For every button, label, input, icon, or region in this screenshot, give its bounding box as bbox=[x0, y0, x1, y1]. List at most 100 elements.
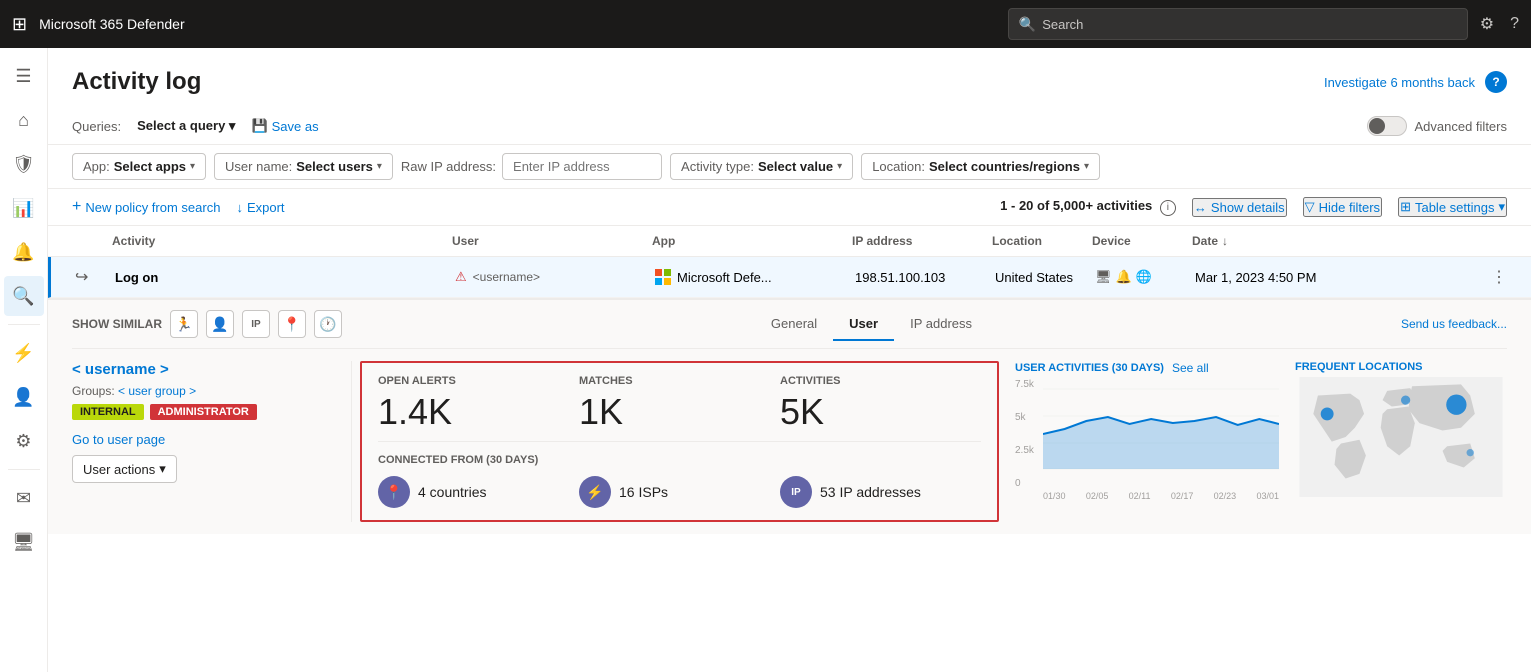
export-button[interactable]: ↓ Export bbox=[236, 200, 284, 215]
show-similar-activity-icon[interactable]: 🏃 bbox=[170, 310, 198, 338]
stat-open-alerts: OPEN ALERTS 1.4K bbox=[378, 375, 579, 433]
ip-icon: IP bbox=[780, 476, 812, 508]
arrows-icon: ↔ bbox=[1194, 200, 1207, 215]
grid-icon[interactable]: ⊞ bbox=[12, 14, 27, 35]
badge-admin: ADMINISTRATOR bbox=[150, 404, 257, 420]
show-details-button[interactable]: ↔ Show details bbox=[1192, 198, 1287, 217]
settings-icon[interactable]: ⚙ bbox=[1480, 14, 1494, 34]
col-header-activity[interactable]: Activity bbox=[112, 234, 452, 248]
sidebar-item-menu[interactable]: ☰ bbox=[4, 56, 44, 96]
search-input[interactable] bbox=[1042, 17, 1457, 32]
stats-panel: OPEN ALERTS 1.4K MATCHES 1K ACTIVITIES 5… bbox=[360, 361, 999, 522]
sidebar-item-reports[interactable]: 📊 bbox=[4, 188, 44, 228]
sidebar-item-shield[interactable]: 🛡 bbox=[4, 144, 44, 184]
stat-matches: MATCHES 1K bbox=[579, 375, 780, 433]
ip-input[interactable] bbox=[502, 153, 662, 180]
sidebar-item-home[interactable]: ⌂ bbox=[4, 100, 44, 140]
col-header-user[interactable]: User bbox=[452, 234, 652, 248]
save-as-button[interactable]: 💾 Save as bbox=[251, 118, 318, 134]
table-row[interactable]: ↪ Log on ⚠ <username> Microsoft Defe... … bbox=[48, 257, 1531, 298]
row-kebab-menu[interactable]: ⋮ bbox=[1491, 267, 1507, 287]
app-title: Microsoft 365 Defender bbox=[39, 16, 996, 32]
table-settings-button[interactable]: ⊞ Table settings ▾ bbox=[1398, 197, 1507, 217]
tab-general[interactable]: General bbox=[755, 308, 833, 341]
bell-icon: 🔔 bbox=[1116, 269, 1132, 285]
chart-see-all[interactable]: See all bbox=[1172, 361, 1209, 375]
investigate-link[interactable]: Investigate 6 months back bbox=[1324, 75, 1475, 90]
sidebar-item-alerts[interactable]: 🔔 bbox=[4, 232, 44, 272]
advanced-filters-toggle[interactable] bbox=[1367, 116, 1407, 136]
send-feedback-link[interactable]: Send us feedback... bbox=[1401, 309, 1507, 339]
topbar: ⊞ Microsoft 365 Defender 🔍 ⚙ ? bbox=[0, 0, 1531, 48]
chart-svg bbox=[1015, 379, 1279, 489]
chart-area: 7.5k 5k 2.5k 0 bbox=[1015, 379, 1279, 489]
row-ip: 198.51.100.103 bbox=[855, 270, 995, 285]
save-icon: 💾 bbox=[251, 118, 267, 134]
row-activity: Log on bbox=[115, 270, 455, 285]
show-similar-user-icon[interactable]: 👤 bbox=[206, 310, 234, 338]
row-icon: ↪ bbox=[75, 267, 115, 287]
countries-value: 4 countries bbox=[418, 484, 486, 500]
search-box[interactable]: 🔍 bbox=[1008, 8, 1468, 40]
user-info-panel: < username > Groups: < user group > INTE… bbox=[72, 361, 352, 522]
badge-internal: INTERNAL bbox=[72, 404, 144, 420]
tab-bar: General User IP address bbox=[755, 308, 988, 340]
col-header-app[interactable]: App bbox=[652, 234, 852, 248]
ip-filter-group: Raw IP address: bbox=[401, 153, 662, 180]
toolbar: Queries: Select a query ▾ 💾 Save as Adva… bbox=[48, 108, 1531, 145]
user-actions-button[interactable]: User actions ▾ bbox=[72, 455, 177, 483]
stat-activities: ACTIVITIES 5K bbox=[780, 375, 981, 433]
isps-value: 16 ISPs bbox=[619, 484, 668, 500]
col-header-checkbox bbox=[72, 234, 112, 248]
col-header-date[interactable]: Date ↓ bbox=[1192, 234, 1507, 248]
col-header-ip[interactable]: IP address bbox=[852, 234, 992, 248]
chart-x-labels: 01/30 02/05 02/11 02/17 02/23 03/01 bbox=[1015, 491, 1279, 501]
page-header-actions: Investigate 6 months back ? bbox=[1324, 71, 1507, 93]
chart-panel: USER ACTIVITIES (30 DAYS) See all 7.5k 5… bbox=[1007, 361, 1287, 522]
goto-user-link[interactable]: Go to user page bbox=[72, 432, 335, 447]
results-info-icon[interactable]: i bbox=[1160, 200, 1176, 216]
tab-user[interactable]: User bbox=[833, 308, 894, 341]
row-app: Microsoft Defe... bbox=[655, 269, 855, 285]
show-similar-bar: SHOW SIMILAR 🏃 👤 IP 📍 🕐 General User IP … bbox=[72, 300, 1507, 349]
queries-label: Queries: bbox=[72, 119, 121, 134]
help-icon[interactable]: ? bbox=[1510, 15, 1519, 33]
advanced-filters: Advanced filters bbox=[1367, 116, 1508, 136]
app-filter-button[interactable]: App: Select apps ▾ bbox=[72, 153, 206, 180]
row-user: ⚠ <username> bbox=[455, 269, 655, 285]
sidebar-item-devices[interactable]: 🖥 bbox=[4, 522, 44, 562]
queries-select[interactable]: Select a query ▾ bbox=[137, 118, 235, 134]
sidebar-item-gear[interactable]: ⚙ bbox=[4, 421, 44, 461]
col-header-location[interactable]: Location bbox=[992, 234, 1092, 248]
sidebar-item-email[interactable]: ✉ bbox=[4, 478, 44, 518]
sidebar-item-users[interactable]: 👤 bbox=[4, 377, 44, 417]
tab-ip-address[interactable]: IP address bbox=[894, 308, 988, 341]
new-policy-button[interactable]: + New policy from search bbox=[72, 198, 220, 216]
username-filter-button[interactable]: User name: Select users ▾ bbox=[214, 153, 393, 180]
sidebar-item-incidents[interactable]: ⚡ bbox=[4, 333, 44, 373]
show-similar-time-icon[interactable]: 🕐 bbox=[314, 310, 342, 338]
globe-icon: 🌐 bbox=[1136, 269, 1152, 285]
chart-y-labels: 7.5k 5k 2.5k 0 bbox=[1015, 379, 1043, 489]
main-layout: ☰ ⌂ 🛡 📊 🔔 🔍 ⚡ 👤 ⚙ ✉ 🖥 Activity log Inves… bbox=[0, 48, 1531, 672]
topbar-icons: ⚙ ? bbox=[1480, 14, 1519, 34]
monitor-icon: 🖥 bbox=[1095, 269, 1112, 285]
user-group-link[interactable]: < user group > bbox=[118, 384, 196, 398]
export-icon: ↓ bbox=[236, 200, 243, 215]
table-header: Activity User App IP address Location De… bbox=[48, 226, 1531, 257]
help-circle[interactable]: ? bbox=[1485, 71, 1507, 93]
plus-icon: + bbox=[72, 198, 81, 216]
username-heading[interactable]: < username > bbox=[72, 361, 335, 378]
table-icon: ⊞ bbox=[1400, 199, 1411, 215]
col-header-device[interactable]: Device bbox=[1092, 234, 1192, 248]
show-similar-label: SHOW SIMILAR bbox=[72, 317, 162, 331]
activity-filter-button[interactable]: Activity type: Select value ▾ bbox=[670, 153, 853, 180]
show-similar-location-icon[interactable]: 📍 bbox=[278, 310, 306, 338]
hide-filters-button[interactable]: ▽ Hide filters bbox=[1303, 197, 1382, 217]
location-filter-button[interactable]: Location: Select countries/regions ▾ bbox=[861, 153, 1100, 180]
ip-addresses-value: 53 IP addresses bbox=[820, 484, 921, 500]
search-icon: 🔍 bbox=[1019, 16, 1036, 33]
sidebar-item-search[interactable]: 🔍 bbox=[4, 276, 44, 316]
show-similar-ip-icon[interactable]: IP bbox=[242, 310, 270, 338]
stats-bottom: CONNECTED FROM (30 DAYS) 📍 4 countries ⚡… bbox=[378, 442, 981, 520]
